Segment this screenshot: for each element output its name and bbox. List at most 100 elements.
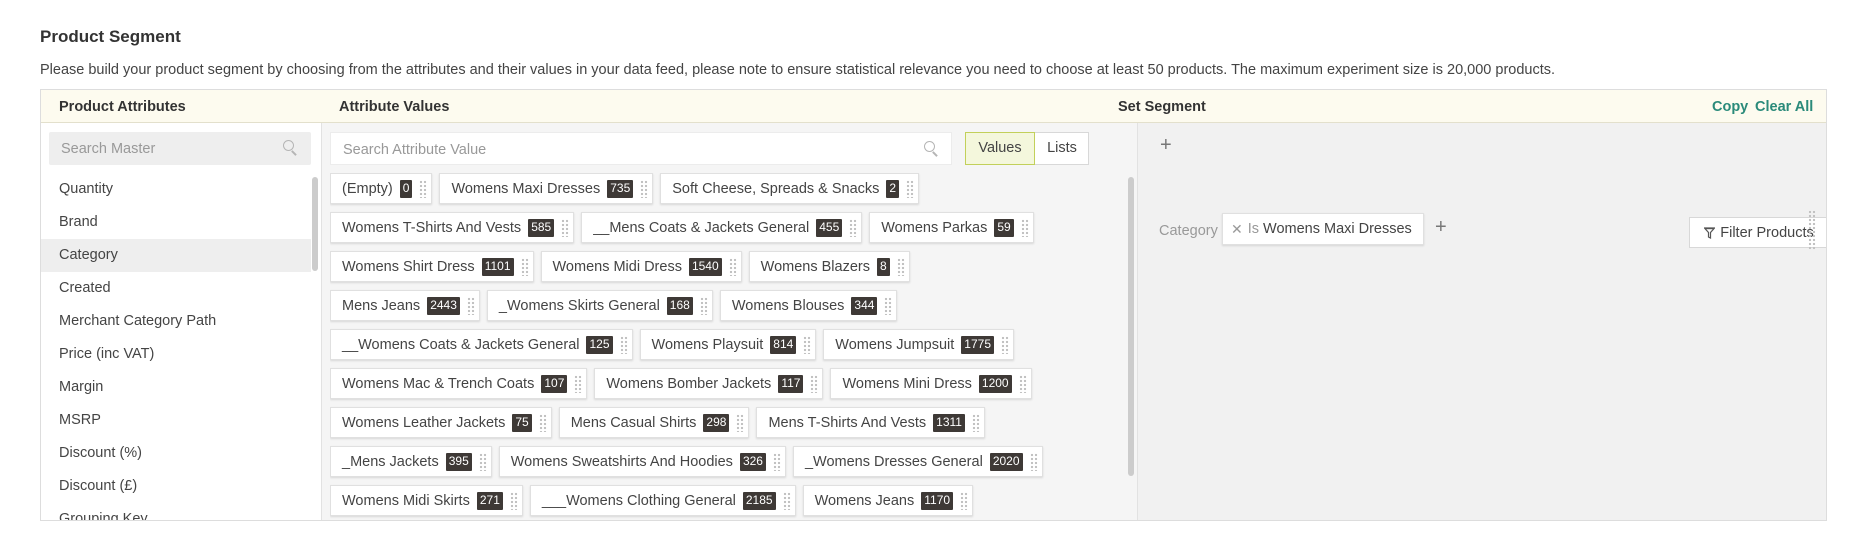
drag-handle-icon[interactable] <box>849 218 858 237</box>
attribute-item[interactable]: Margin <box>41 371 311 404</box>
drag-handle-icon[interactable] <box>736 413 745 432</box>
chip-count-badge: 1101 <box>481 257 514 276</box>
attribute-item[interactable]: Brand <box>41 206 311 239</box>
attribute-value-chip[interactable]: __Womens Coats & Jackets General 125 <box>330 329 633 360</box>
attribute-value-chip[interactable]: Womens Jumpsuit 1775 <box>823 329 1014 360</box>
toggle-values[interactable]: Values <box>965 132 1035 165</box>
copy-button[interactable]: Copy <box>1712 99 1748 115</box>
drag-handle-icon[interactable] <box>1001 335 1009 354</box>
chip-label: Womens Mac & Trench Coats <box>342 375 535 392</box>
attribute-value-chip[interactable]: Womens Midi Skirts 271 <box>330 485 523 516</box>
drag-handle-icon[interactable] <box>1020 218 1029 237</box>
drag-handle-icon[interactable] <box>574 374 583 393</box>
drag-handle-icon[interactable] <box>810 374 819 393</box>
chip-row: Womens Leather Jackets 75 Mens Casual Shir… <box>330 407 1090 438</box>
attribute-value-chip[interactable]: Womens Parkas 59 <box>869 212 1034 243</box>
drag-handle-icon[interactable] <box>509 491 518 510</box>
drag-handle-icon[interactable] <box>884 296 893 315</box>
plus-icon[interactable]: + <box>1435 217 1447 237</box>
attribute-value-chip[interactable]: Womens Bomber Jackets 117 <box>594 368 824 399</box>
drag-handle-icon[interactable] <box>1029 452 1038 471</box>
attribute-value-chip[interactable]: Womens Mac & Trench Coats 107 <box>330 368 588 399</box>
drag-handle-icon[interactable] <box>538 413 547 432</box>
drag-handle-icon[interactable] <box>478 452 487 471</box>
attribute-value-chip[interactable]: __Mens Coats & Jackets General 455 <box>581 212 863 243</box>
drag-handle-icon[interactable] <box>640 179 649 198</box>
drag-handle-icon[interactable] <box>1018 374 1027 393</box>
drag-handle-icon[interactable] <box>619 335 628 354</box>
chip-count-badge: 2443 <box>427 296 460 315</box>
attribute-value-chip[interactable]: Mens Jeans 2443 <box>330 290 480 321</box>
chip-count-badge: 168 <box>666 296 693 315</box>
attribute-item[interactable]: Quantity <box>41 173 311 206</box>
drag-handle-icon[interactable] <box>960 491 969 510</box>
attribute-value-chip[interactable]: Mens T-Shirts And Vests 1311 <box>756 407 985 438</box>
search-icon[interactable] <box>924 141 939 157</box>
chip-row: Womens Shirt Dress 1101 Womens Midi Dress 1… <box>330 251 1090 282</box>
search-master-input[interactable]: Search Master <box>49 132 311 165</box>
attribute-value-chip[interactable]: (Empty) 0 <box>330 173 433 204</box>
attribute-item[interactable]: Grouping Key <box>41 503 311 520</box>
drag-handle-icon[interactable] <box>699 296 708 315</box>
attribute-value-chip[interactable]: Womens Maxi Dresses 735 <box>439 173 654 204</box>
chip-label: __Mens Coats & Jackets General <box>593 219 810 236</box>
plus-icon[interactable]: + <box>1160 135 1172 155</box>
attribute-item[interactable]: Discount (£) <box>41 470 311 503</box>
attribute-value-chip[interactable]: Womens Sweatshirts And Hoodies 326 <box>498 446 786 477</box>
drag-handle-icon[interactable] <box>971 413 980 432</box>
chip-row: Womens Mac & Trench Coats 107 Womens Bombe… <box>330 368 1090 399</box>
attribute-value-chip[interactable]: _Womens Dresses General 2020 <box>792 446 1043 477</box>
chip-label: Womens Mini Dress <box>842 375 972 392</box>
chip-row: __Womens Coats & Jackets General 125 Women… <box>330 329 1090 360</box>
search-icon[interactable] <box>283 140 298 156</box>
attribute-item[interactable]: Category <box>41 239 311 272</box>
segment-rule-chip[interactable]: ✕ Is Womens Maxi Dresses <box>1222 213 1424 245</box>
drag-handle-icon[interactable] <box>419 179 428 198</box>
attribute-value-chip[interactable]: Mens Casual Shirts 298 <box>558 407 750 438</box>
filter-products-button[interactable]: Filter Products <box>1689 217 1826 248</box>
chip-count-badge: 8 <box>876 257 890 276</box>
values-scrollbar[interactable] <box>1128 177 1134 476</box>
drag-handle-icon[interactable] <box>896 257 905 276</box>
attribute-list-scrollbar[interactable] <box>312 177 318 271</box>
attribute-value-chip[interactable]: Womens Jeans 1170 <box>802 485 974 516</box>
chip-count-badge: 75 <box>512 413 532 432</box>
attribute-value-chip[interactable]: Womens Leather Jackets 75 <box>330 407 552 438</box>
attribute-value-chip[interactable]: Womens Blazers 8 <box>748 251 910 282</box>
drag-handle-icon[interactable] <box>520 257 529 276</box>
attribute-value-chip[interactable]: Womens Shirt Dress 1101 <box>330 251 534 282</box>
drag-handle-icon[interactable] <box>1808 210 1816 250</box>
close-icon[interactable]: ✕ <box>1231 221 1243 238</box>
attribute-value-chip[interactable]: Womens T-Shirts And Vests 585 <box>330 212 575 243</box>
values-lists-toggle: Values Lists <box>965 132 1089 165</box>
attribute-value-chip[interactable]: _Womens Skirts General 168 <box>486 290 713 321</box>
chip-count-badge: 814 <box>770 335 797 354</box>
chip-count-badge: 395 <box>445 452 472 471</box>
attribute-item[interactable]: Created <box>41 272 311 305</box>
drag-handle-icon[interactable] <box>466 296 475 315</box>
search-attribute-value-input[interactable]: Search Attribute Value <box>330 132 952 165</box>
attribute-value-chip[interactable]: Soft Cheese, Spreads & Snacks 2 <box>660 173 920 204</box>
chip-count-badge: 125 <box>586 335 613 354</box>
drag-handle-icon[interactable] <box>728 257 737 276</box>
attribute-value-chip[interactable]: Womens Blouses 344 <box>719 290 898 321</box>
attribute-value-chips: (Empty) 0 Womens Maxi Dresses 735 Soft Chees… <box>330 173 1090 520</box>
chip-label: Womens Midi Dress <box>552 258 682 275</box>
attribute-item[interactable]: MSRP <box>41 404 311 437</box>
attribute-item[interactable]: Discount (%) <box>41 437 311 470</box>
drag-handle-icon[interactable] <box>906 179 915 198</box>
attribute-value-chip[interactable]: Womens Midi Dress 1540 <box>540 251 742 282</box>
attribute-value-chip[interactable]: _Mens Jackets 395 <box>330 446 492 477</box>
attribute-value-chip[interactable]: Womens Mini Dress 1200 <box>830 368 1032 399</box>
toggle-lists[interactable]: Lists <box>1036 133 1088 164</box>
attribute-item[interactable]: Merchant Category Path <box>41 305 311 338</box>
attribute-value-chip[interactable]: ___Womens Clothing General 2185 <box>529 485 796 516</box>
attribute-value-chip[interactable]: Womens Playsuit 814 <box>639 329 817 360</box>
chip-label: Womens Bomber Jackets <box>606 375 772 392</box>
clear-all-button[interactable]: Clear All <box>1755 99 1813 115</box>
attribute-item[interactable]: Price (inc VAT) <box>41 338 311 371</box>
drag-handle-icon[interactable] <box>772 452 781 471</box>
drag-handle-icon[interactable] <box>561 218 570 237</box>
drag-handle-icon[interactable] <box>803 335 812 354</box>
drag-handle-icon[interactable] <box>782 491 791 510</box>
